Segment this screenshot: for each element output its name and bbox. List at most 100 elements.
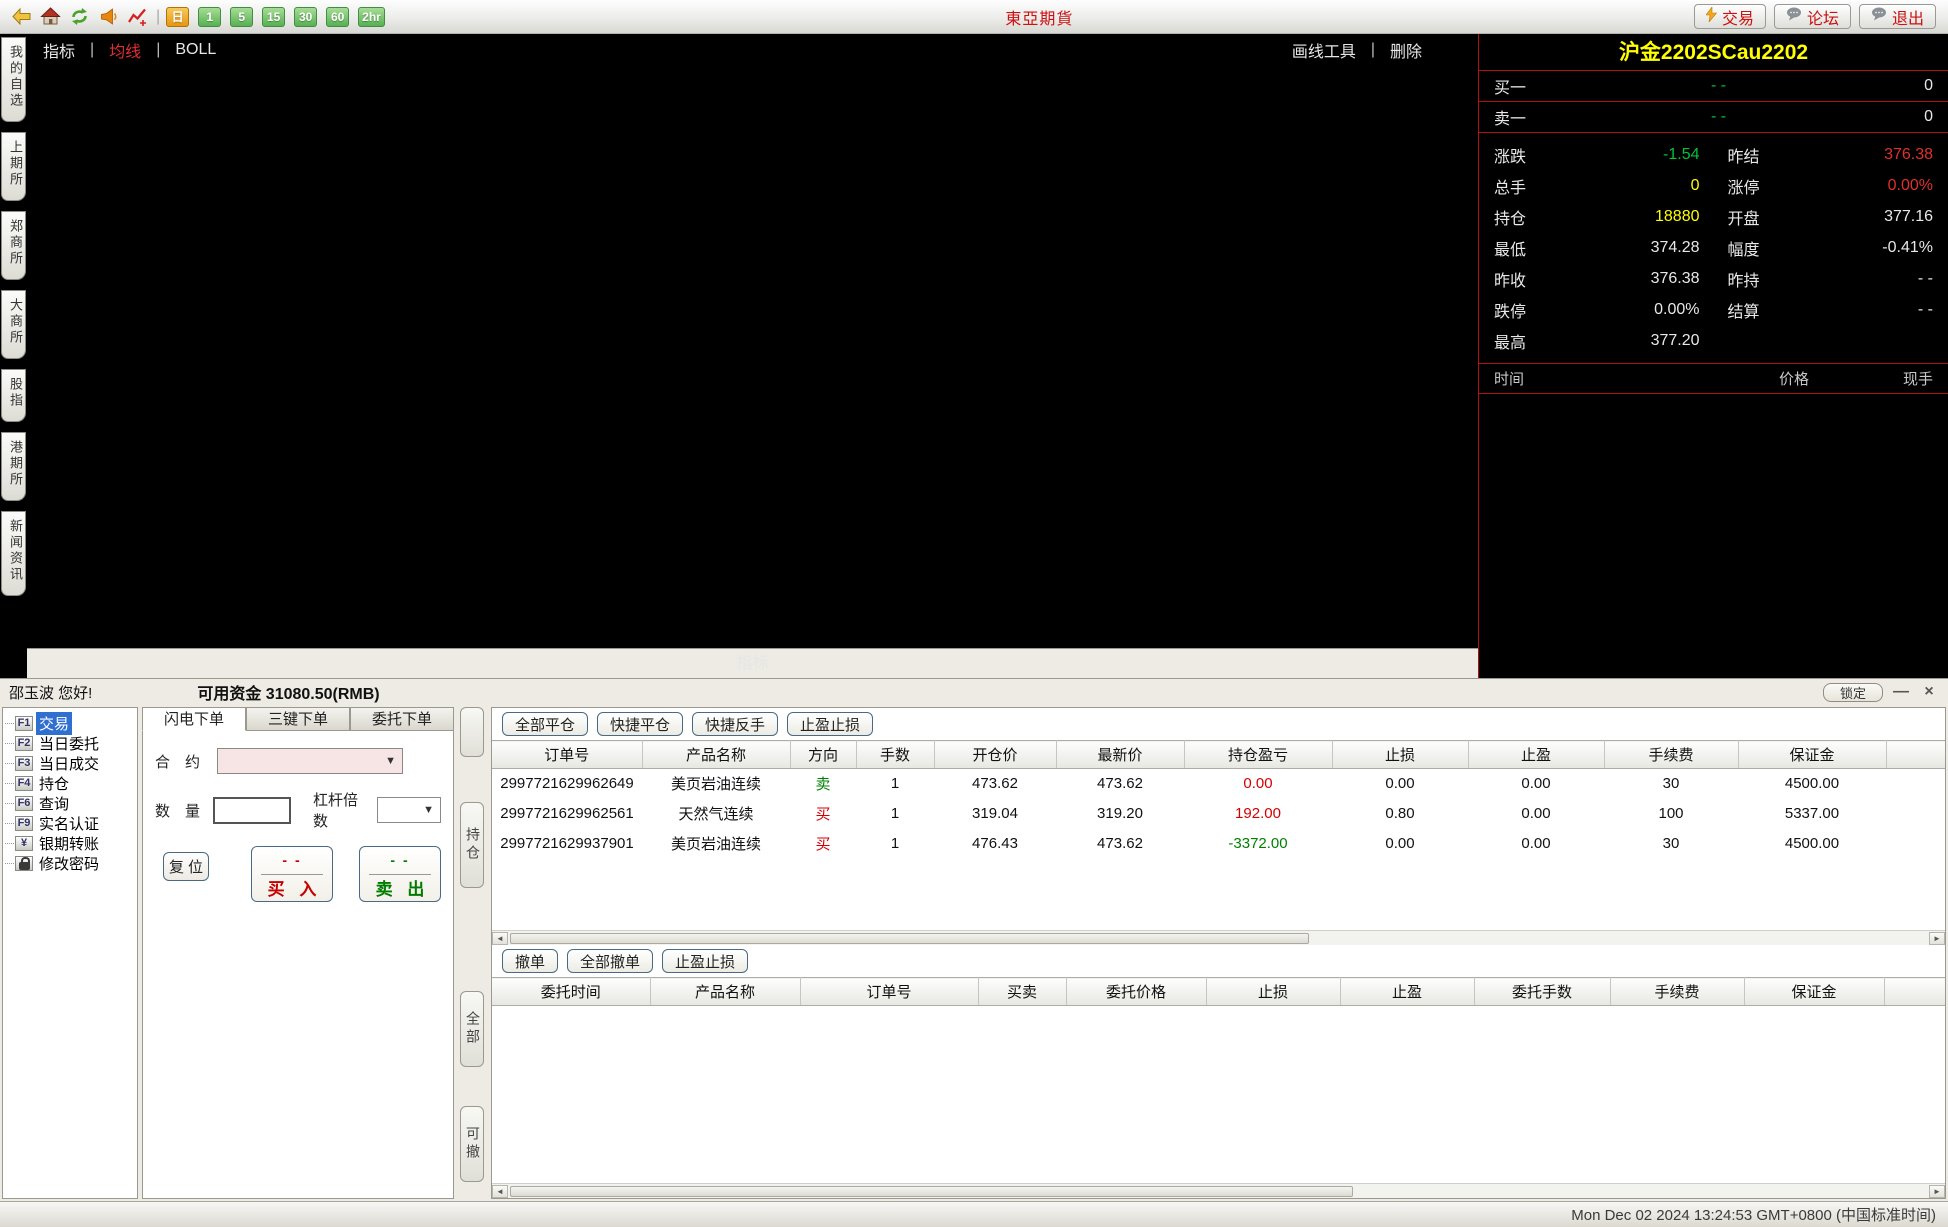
close-icon[interactable]: ×	[1919, 683, 1939, 701]
period-button-60[interactable]: 60	[326, 6, 350, 27]
menu-item-删除[interactable]: 删除	[1390, 38, 1422, 62]
column-header-保证金: 保证金	[1738, 740, 1887, 769]
contract-select[interactable]: ▼	[217, 748, 403, 774]
sidebar-item-1[interactable]: 上期所	[1, 132, 26, 201]
scroll-left-icon[interactable]: ◄	[492, 1184, 508, 1198]
chart-canvas[interactable]	[27, 66, 1478, 648]
orders-table-empty-area	[492, 1006, 1945, 1183]
action-button-label: 交易	[1721, 10, 1754, 28]
quote-field-label: 总手	[1494, 179, 1527, 197]
table-button-快捷平仓[interactable]: 快捷平仓	[597, 712, 684, 736]
nav-item-实名认证[interactable]: F9 实名认证	[5, 813, 137, 833]
order-tab-闪电下单[interactable]: 闪电下单	[142, 707, 246, 731]
sidebar-item-0[interactable]: 我的自选	[1, 37, 26, 122]
side-tab-持仓[interactable]: 持仓	[460, 802, 484, 888]
order-tab-委托下单[interactable]: 委托下单	[350, 707, 454, 731]
scrollbar-thumb[interactable]	[510, 932, 1310, 944]
position-cell: 30	[1662, 835, 1680, 852]
alert-horn-icon[interactable]	[95, 5, 121, 29]
quote-field-label: 昨持	[1727, 272, 1760, 290]
refresh-icon[interactable]	[66, 5, 92, 29]
position-cell: 100	[1658, 805, 1684, 822]
buy-button[interactable]: - - 买 入	[251, 846, 333, 902]
action-button-交易[interactable]: 交易	[1693, 4, 1766, 29]
column-header-止盈: 止盈	[1468, 740, 1605, 769]
reset-button[interactable]: 复位	[163, 852, 209, 881]
position-row[interactable]: 2997721629962649 美页岩油连续 卖 1 473.62 473.62 0.00…	[492, 769, 1945, 799]
period-button-5[interactable]: 5	[230, 6, 254, 27]
table-button-全部撤单[interactable]: 全部撤单	[567, 949, 654, 973]
position-cell: 30	[1662, 775, 1680, 793]
tick-list-body[interactable]	[1479, 394, 1948, 678]
orders-hscrollbar[interactable]: ◄ ►	[492, 1183, 1945, 1198]
tick-list-header: 时间 价格 现手	[1479, 363, 1948, 394]
menu-item-画线工具[interactable]: 画线工具	[1292, 38, 1356, 62]
sell-button[interactable]: - - 卖 出	[359, 846, 441, 902]
menu-separator: |	[90, 41, 95, 58]
sidebar-item-5[interactable]: 港期所	[1, 432, 26, 501]
table-button-撤单[interactable]: 撤单	[502, 949, 559, 973]
order-tab-三键下单[interactable]: 三键下单	[246, 707, 350, 731]
position-cell: 买	[815, 836, 831, 853]
side-tab-全部[interactable]: 全部	[460, 991, 484, 1067]
period-button-1[interactable]: 1	[198, 6, 222, 27]
nav-item-修改密码[interactable]: 修改密码	[5, 853, 137, 873]
market-sidebar: 我的自选上期所郑商所大商所股指港期所新闻资讯	[0, 34, 27, 678]
quote-field-label: 最高	[1494, 334, 1527, 352]
scroll-right-icon[interactable]: ►	[1929, 1184, 1945, 1198]
scroll-left-icon[interactable]: ◄	[492, 931, 508, 945]
minimize-icon[interactable]: —	[1891, 683, 1911, 701]
column-header-最新价: 最新价	[1056, 740, 1185, 769]
positions-toolbar: 全部平仓 快捷平仓 快捷反手 止盈止损	[492, 708, 1945, 740]
nav-item-当日委托[interactable]: F2 当日委托	[5, 733, 137, 753]
position-row[interactable]: 2997721629937901 美页岩油连续 买 1 476.43 473.62 -337…	[492, 829, 1945, 859]
quote-field-value: - -	[1917, 269, 1933, 287]
column-header-手续费: 手续费	[1604, 740, 1739, 769]
period-button-日[interactable]: 日	[166, 6, 190, 27]
table-button-止盈止损[interactable]: 止盈止损	[787, 712, 874, 736]
chart-line-icon[interactable]	[124, 5, 150, 29]
period-button-30[interactable]: 30	[294, 6, 318, 27]
sidebar-item-6[interactable]: 新闻资讯	[1, 511, 26, 596]
sidebar-item-2[interactable]: 郑商所	[1, 211, 26, 280]
menu-item-指标[interactable]: 指标	[43, 38, 75, 62]
home-icon[interactable]	[37, 5, 63, 29]
back-icon[interactable]	[8, 5, 34, 29]
table-button-快捷反手[interactable]: 快捷反手	[692, 712, 779, 736]
leverage-label: 杠杆倍数	[313, 792, 359, 830]
side-strip-spacer	[460, 707, 484, 757]
menu-item-指标[interactable]: 指标	[736, 649, 768, 673]
period-button-15[interactable]: 15	[262, 6, 286, 27]
leverage-select[interactable]: ▼	[377, 797, 441, 823]
quantity-input[interactable]	[213, 796, 292, 824]
action-button-论坛[interactable]: 论坛	[1773, 4, 1851, 29]
positions-hscrollbar[interactable]: ◄ ►	[492, 930, 1945, 945]
column-header-止盈: 止盈	[1340, 977, 1475, 1006]
table-button-止盈止损[interactable]: 止盈止损	[662, 949, 749, 973]
menu-item-均线[interactable]: 均线	[109, 38, 141, 62]
nav-item-查询[interactable]: F6 查询	[5, 793, 137, 813]
ask-price: - -	[1710, 108, 1727, 125]
ask-label: 卖一	[1494, 111, 1527, 128]
period-button-2hr[interactable]: 2hr	[358, 6, 385, 27]
nav-item-持仓[interactable]: F4 持仓	[5, 773, 137, 793]
nav-item-交易[interactable]: F1 交易	[5, 711, 137, 735]
side-tab-可撤[interactable]: 可撤	[460, 1106, 484, 1182]
lightning-icon	[1705, 5, 1718, 27]
order-tabs: 闪电下单 三键下单 委托下单	[142, 707, 454, 731]
scrollbar-thumb[interactable]	[510, 1185, 1353, 1197]
menu-item-BOLL[interactable]: BOLL	[175, 41, 216, 59]
nav-item-银期转账[interactable]: ¥ 银期转账	[5, 833, 137, 853]
sidebar-item-4[interactable]: 股指	[1, 369, 26, 422]
tree-connector	[5, 822, 14, 824]
nav-item-当日成交[interactable]: F3 当日成交	[5, 753, 137, 773]
quote-field-label: 开盘	[1727, 210, 1760, 228]
sidebar-item-3[interactable]: 大商所	[1, 290, 26, 359]
quote-field-label: 最低	[1494, 241, 1527, 259]
table-button-全部平仓[interactable]: 全部平仓	[502, 712, 589, 736]
lock-button[interactable]: 锁定	[1822, 682, 1883, 702]
position-row[interactable]: 2997721629962561 天然气连续 买 1 319.04 319.20 192.0…	[492, 799, 1945, 829]
position-cell: -3372.00	[1228, 835, 1288, 852]
action-button-退出[interactable]: 退出	[1858, 4, 1936, 29]
scroll-right-icon[interactable]: ►	[1929, 931, 1945, 945]
